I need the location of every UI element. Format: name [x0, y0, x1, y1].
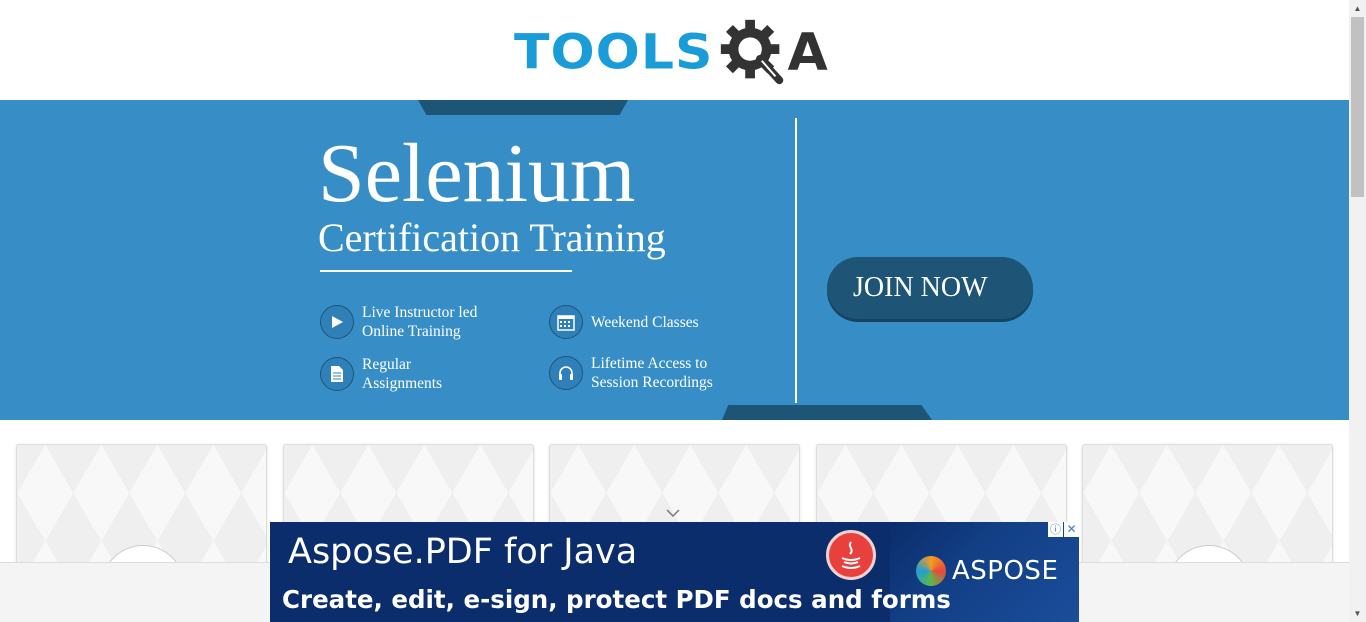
ad-title: Aspose.PDF for Java: [288, 532, 638, 572]
feature-weekend-classes: Weekend Classes: [549, 305, 741, 339]
scroll-down-arrow-icon[interactable]: ▼: [1349, 605, 1366, 622]
scroll-thumb[interactable]: [1351, 17, 1364, 197]
feature-assignments: Regular Assignments: [320, 355, 512, 393]
headphones-icon: [549, 356, 583, 390]
feature-live-training: Live Instructor led Online Training: [320, 303, 512, 341]
ad-subtitle: Create, edit, e-sign, protect PDF docs a…: [282, 585, 951, 614]
feature-line: Session Recordings: [591, 374, 713, 391]
banner-title: Selenium: [318, 127, 636, 220]
join-now-button[interactable]: JOIN NOW: [827, 257, 1033, 319]
logo-text-tools: TOOLS: [514, 25, 714, 81]
banner-underline: [320, 270, 572, 272]
selenium-training-banner[interactable]: Selenium Certification Training Live Ins…: [0, 100, 1349, 420]
feature-line: Live Instructor led: [362, 304, 478, 321]
aspose-swirl-icon: [916, 556, 946, 586]
logo-text-a: A: [787, 23, 828, 83]
java-icon: [826, 530, 876, 580]
page: TOOLS A Selenium Certification Training …: [0, 0, 1366, 622]
toolsqa-logo[interactable]: TOOLS A: [514, 14, 844, 92]
banner-subtitle: Certification Training: [318, 215, 666, 260]
document-icon: [320, 357, 354, 391]
play-icon: [320, 305, 354, 339]
gear-magnifier-icon: [721, 19, 784, 85]
banner-divider: [795, 118, 797, 403]
ad-close-icon[interactable]: ✕: [1064, 522, 1079, 537]
header: TOOLS A: [0, 0, 1349, 100]
ad-info-icon[interactable]: ⓘ: [1048, 522, 1063, 537]
banner-stripe-bottom: [722, 405, 932, 420]
feature-line: Assignments: [362, 375, 443, 392]
feature-line: Regular: [362, 356, 412, 373]
aspose-pdf-ad[interactable]: Aspose.PDF for Java Create, edit, e-sign…: [270, 522, 1079, 622]
page-scrollbar[interactable]: ▲ ▼: [1349, 0, 1366, 622]
aspose-logo: ASPOSE: [916, 556, 1058, 586]
feature-recordings: Lifetime Access to Session Recordings: [549, 354, 741, 392]
chevron-down-icon[interactable]: [666, 508, 680, 518]
feature-line: Online Training: [362, 323, 461, 340]
banner-stripe-top: [418, 100, 628, 115]
calendar-icon: [549, 305, 583, 339]
scroll-up-arrow-icon[interactable]: ▲: [1349, 0, 1366, 17]
aspose-brand-name: ASPOSE: [952, 556, 1059, 586]
feature-line: Weekend Classes: [591, 313, 699, 331]
feature-line: Lifetime Access to: [591, 355, 708, 372]
